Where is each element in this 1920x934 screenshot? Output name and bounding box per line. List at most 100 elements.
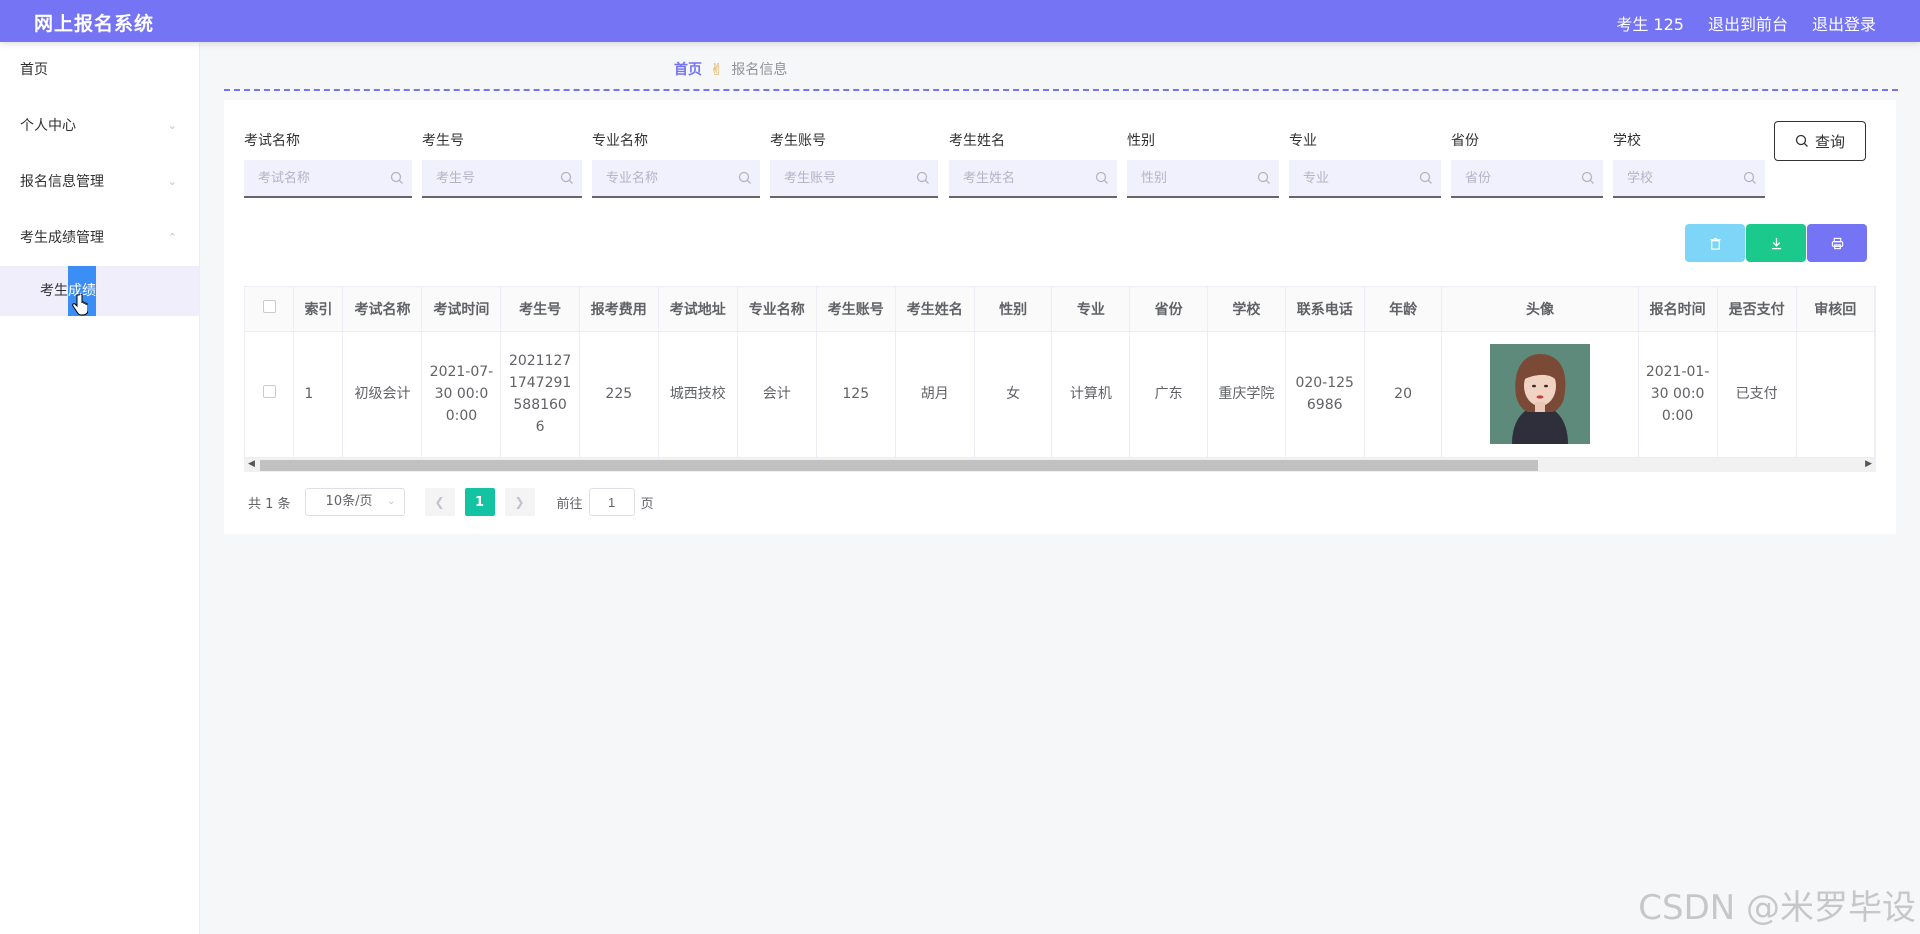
- cell-age: 20: [1364, 331, 1443, 457]
- avatar-image: [1490, 344, 1591, 444]
- sidebar-item-label: 考生成绩管理: [20, 230, 104, 246]
- cell-exam-address: 城西技校: [658, 331, 738, 457]
- goto-suffix: 页: [640, 496, 654, 512]
- cell-school: 重庆学院: [1207, 331, 1286, 457]
- sidebar-subitem-student-scores[interactable]: 考生成绩: [0, 266, 199, 316]
- current-user: 考生 125: [1616, 15, 1684, 34]
- search-field-student-account: 考生账号: [770, 130, 938, 198]
- search-field-gender: 性别: [1127, 130, 1279, 198]
- scroll-left-icon[interactable]: ◀: [248, 459, 255, 469]
- next-page-button[interactable]: ❯: [504, 488, 535, 516]
- search-icon: [1257, 171, 1270, 184]
- major-name-input[interactable]: [592, 160, 760, 196]
- search-icon: [1743, 171, 1756, 184]
- column-header: 专业: [1051, 287, 1131, 332]
- sidebar: 首页 个人中心 ⌄ 报名信息管理 ⌄ 考生成绩管理 ⌃ 考生成绩: [0, 42, 200, 934]
- column-header: 性别: [974, 287, 1053, 332]
- row-checkbox[interactable]: [262, 385, 276, 398]
- horizontal-scrollbar[interactable]: ◀ ▶: [244, 458, 1876, 472]
- column-header: 专业名称: [737, 287, 817, 332]
- delete-button[interactable]: [1685, 224, 1745, 262]
- scroll-right-icon[interactable]: ▶: [1865, 459, 1872, 469]
- table-header-row: 索引 考试名称 考试时间 考生号 报考费用 考试地址 专业名称 考生账号 考生姓…: [245, 287, 1875, 332]
- column-header: 索引: [293, 287, 344, 332]
- column-header: 学校: [1207, 287, 1286, 332]
- hand-cursor-icon: [72, 294, 88, 316]
- search-field-major-name: 专业名称: [592, 130, 760, 198]
- search-icon: [1795, 134, 1808, 147]
- search-form: 考试名称 考生号 专业名称 考生账号 考生姓名 性别: [244, 130, 1884, 210]
- total-count: 共 1 条: [248, 496, 291, 512]
- sidebar-item-score-management[interactable]: 考生成绩管理 ⌃: [0, 210, 199, 266]
- download-icon: [1771, 237, 1781, 249]
- chevron-down-icon: ⌄: [167, 119, 177, 132]
- hand-separator-icon: ✌: [710, 59, 724, 79]
- main-content-card: 考试名称 考生号 专业名称 考生账号 考生姓名 性别: [224, 100, 1896, 534]
- goto-prefix: 前往: [556, 496, 583, 512]
- watermark: CSDN @米罗毕设: [1638, 888, 1916, 928]
- sidebar-item-personal-center[interactable]: 个人中心 ⌄: [0, 98, 199, 154]
- cell-exam-name: 初级会计: [342, 331, 423, 457]
- column-header: 考生账号: [816, 287, 896, 332]
- column-header: 报名时间: [1638, 287, 1718, 332]
- field-label: 考生账号: [770, 133, 826, 149]
- search-icon: [1419, 171, 1432, 184]
- search-field-province: 省份: [1451, 130, 1603, 198]
- logout-link[interactable]: 退出登录: [1812, 11, 1876, 35]
- cell-paid: 已支付: [1717, 331, 1797, 457]
- column-header: 年龄: [1364, 287, 1443, 332]
- search-field-student-no: 考生号: [422, 130, 582, 198]
- breadcrumb-home[interactable]: 首页: [674, 59, 702, 79]
- search-icon: [738, 171, 751, 184]
- breadcrumb-current: 报名信息: [731, 62, 788, 78]
- select-all-checkbox[interactable]: [262, 300, 276, 314]
- row-select-cell: [245, 331, 295, 457]
- field-label: 考生号: [422, 133, 464, 149]
- search-field-exam-name: 考试名称: [244, 130, 412, 198]
- sidebar-item-label: 报名信息管理: [20, 174, 104, 190]
- exit-to-front-link[interactable]: 退出到前台: [1708, 11, 1788, 35]
- trash-icon: [1709, 237, 1721, 250]
- chevron-down-icon: ⌄: [387, 496, 396, 507]
- cell-index: 1: [293, 331, 344, 457]
- table-actions: [1684, 224, 1867, 262]
- student-name-input[interactable]: [949, 160, 1117, 196]
- field-label: 考试名称: [244, 133, 300, 149]
- cell-review: [1796, 331, 1875, 457]
- prev-page-button[interactable]: ❮: [424, 488, 455, 516]
- chevron-up-icon: ⌃: [167, 231, 177, 244]
- page-number-button[interactable]: 1: [464, 488, 495, 516]
- page-size-select[interactable]: 10条/页 ⌄: [304, 488, 405, 516]
- student-account-input[interactable]: [770, 160, 938, 196]
- print-button[interactable]: [1807, 224, 1867, 262]
- divider: [224, 89, 1898, 91]
- cell-avatar: [1441, 331, 1639, 457]
- column-header: 报考费用: [579, 287, 659, 332]
- search-icon: [1581, 171, 1594, 184]
- sidebar-item-label: 个人中心: [20, 118, 76, 134]
- exam-name-input[interactable]: [244, 160, 412, 196]
- sidebar-item-registration-management[interactable]: 报名信息管理 ⌄: [0, 154, 199, 210]
- scrollbar-thumb[interactable]: [260, 460, 1538, 471]
- page-size-value: 10条/页: [325, 494, 373, 509]
- column-header: 头像: [1441, 287, 1639, 332]
- search-icon: [916, 171, 929, 184]
- column-header: 省份: [1129, 287, 1208, 332]
- column-header: 考试时间: [421, 287, 502, 332]
- cell-student-account: 125: [816, 331, 896, 457]
- student-no-input[interactable]: [422, 160, 582, 196]
- select-all-cell: [245, 287, 295, 332]
- column-header: 联系电话: [1285, 287, 1365, 332]
- cell-major-name: 会计: [737, 331, 817, 457]
- sidebar-item-home[interactable]: 首页: [0, 42, 199, 98]
- field-label: 专业名称: [592, 133, 648, 149]
- search-field-major: 专业: [1289, 130, 1441, 198]
- column-header: 考生姓名: [895, 287, 975, 332]
- cell-student-name: 胡月: [895, 331, 975, 457]
- export-button[interactable]: [1746, 224, 1806, 262]
- goto-page-input[interactable]: [588, 488, 635, 516]
- chevron-left-icon: ❮: [434, 495, 445, 509]
- app-title: 网上报名系统: [34, 13, 155, 35]
- query-button[interactable]: 查询: [1774, 121, 1866, 161]
- printer-icon: [1831, 237, 1843, 249]
